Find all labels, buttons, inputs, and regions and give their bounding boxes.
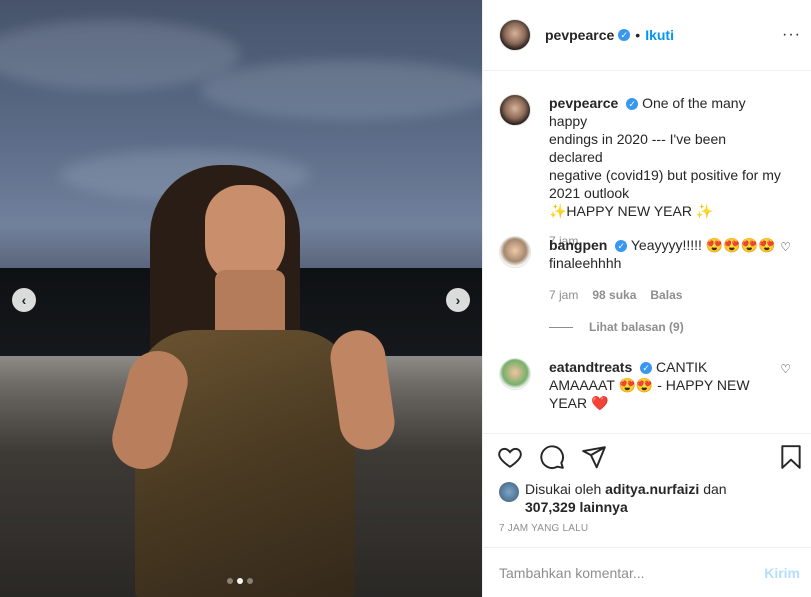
view-replies-button[interactable]: Lihat balasan (9) (549, 320, 684, 334)
comment-text: Yeayyyy!!!!! 😍😍😍😍 (630, 237, 776, 253)
comment-row: bangpen ✓ Yeayyyy!!!!! 😍😍😍😍 finaleehhhh … (499, 236, 799, 304)
more-options-icon[interactable]: ··· (782, 26, 801, 44)
post-actions: Disukai oleh aditya.nurfaizi dan 307,329… (483, 433, 811, 547)
caption-text-line: 2021 outlook (549, 185, 630, 201)
separator-dot: • (635, 27, 641, 43)
action-icons (497, 444, 607, 470)
comment-time: 7 jam (549, 288, 579, 302)
replies-line (549, 326, 573, 328)
liked-by-user[interactable]: aditya.nurfaizi (605, 481, 699, 497)
liked-by[interactable]: Disukai oleh aditya.nurfaizi dan 307,329… (499, 480, 727, 516)
chevron-left-icon: ‹ (21, 292, 27, 308)
view-replies-label: Lihat balasan (9) (589, 320, 684, 334)
sky-cloud (200, 60, 482, 120)
comment-input[interactable] (499, 564, 765, 581)
author-username[interactable]: pevpearce (545, 27, 614, 43)
comment-username[interactable]: bangpen (549, 237, 607, 253)
comment-text: YEAR ❤️ (549, 395, 609, 411)
chevron-right-icon: › (455, 292, 461, 308)
liked-by-join: dan (703, 481, 727, 497)
carousel-dot (247, 578, 253, 584)
heart-icon[interactable] (497, 444, 523, 470)
share-icon[interactable] (581, 444, 607, 470)
comment-like-heart-icon[interactable]: ♡ (780, 240, 791, 254)
reply-button[interactable]: Balas (650, 286, 682, 304)
verified-badge-icon: ✓ (618, 29, 631, 41)
carousel-dots (227, 578, 253, 584)
comment-composer: Kirim (483, 547, 811, 597)
comment-likes[interactable]: 98 suka (592, 286, 636, 304)
carousel-dot-active (237, 578, 243, 584)
verified-badge-icon: ✓ (626, 98, 639, 111)
post-comment-button[interactable]: Kirim (764, 565, 800, 581)
liked-by-others[interactable]: 307,329 lainnya (525, 499, 628, 515)
follow-button[interactable]: Ikuti (645, 27, 674, 43)
comment-icon[interactable] (539, 444, 565, 470)
post-header: pevpearce ✓ • Ikuti ··· (483, 0, 811, 71)
comment-text: finaleehhhh (549, 255, 622, 271)
verified-badge-icon: ✓ (640, 362, 653, 375)
carousel-prev-button[interactable]: ‹ (12, 288, 36, 312)
liked-by-prefix: Disukai oleh (525, 481, 602, 497)
comment-row: eatandtreats ✓ CANTIK AMAAAAT 😍😍 - HAPPY… (499, 358, 799, 412)
sky-cloud (0, 20, 240, 90)
post-panel: pevpearce ✓ • Ikuti ··· pevpearce ✓ One … (482, 0, 811, 597)
comment-username[interactable]: eatandtreats (549, 359, 632, 375)
author-avatar[interactable] (499, 19, 531, 51)
carousel-next-button[interactable]: › (446, 288, 470, 312)
commenter-avatar[interactable] (499, 236, 531, 268)
bookmark-icon[interactable] (778, 444, 804, 470)
post-media[interactable]: ‹ › (0, 0, 482, 597)
post-timestamp[interactable]: 7 JAM YANG LALU (499, 523, 588, 534)
comment-text: CANTIK (656, 359, 708, 375)
commenter-avatar[interactable] (499, 358, 531, 390)
caption-row: pevpearce ✓ One of the many happy ending… (499, 94, 799, 250)
comment-text: AMAAAAT 😍😍 - HAPPY NEW (549, 377, 750, 393)
carousel-dot (227, 578, 233, 584)
caption-text-tail: ✨HAPPY NEW YEAR ✨ (549, 203, 714, 219)
liker-avatar (499, 482, 519, 502)
comments-list[interactable]: pevpearce ✓ One of the many happy ending… (483, 72, 811, 432)
verified-badge-icon: ✓ (615, 240, 628, 253)
caption-username[interactable]: pevpearce (549, 95, 618, 111)
author-avatar[interactable] (499, 94, 531, 126)
caption-text-line: endings in 2020 --- I've been declared (549, 131, 727, 165)
comment-like-heart-icon[interactable]: ♡ (780, 362, 791, 376)
caption-text-line: negative (covid19) but positive for my (549, 167, 781, 183)
